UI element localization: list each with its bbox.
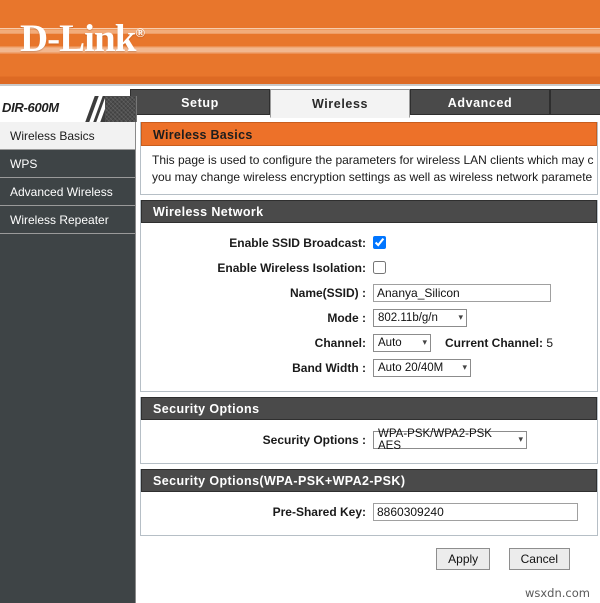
banner-underline xyxy=(0,84,600,86)
ssid-broadcast-checkbox[interactable] xyxy=(373,236,386,249)
row-wireless-isolation: Enable Wireless Isolation: xyxy=(141,256,597,279)
ssid-broadcast-field xyxy=(373,236,386,249)
content-area: Wireless Basics This page is used to con… xyxy=(140,122,600,603)
chevron-down-icon: ▾ xyxy=(462,362,467,372)
sidebar-item-wireless-basics[interactable]: Wireless Basics xyxy=(0,122,135,150)
tab-advanced[interactable]: Advanced xyxy=(410,89,550,115)
channel-select[interactable]: Auto ▾ xyxy=(373,333,431,352)
ssid-name-label: Name(SSID) : xyxy=(289,285,366,300)
tab-maintenance[interactable]: Ma xyxy=(550,89,600,115)
psk-panel: Security Options(WPA-PSK+WPA2-PSK) Pre-S… xyxy=(140,469,598,536)
page-intro-panel: Wireless Basics This page is used to con… xyxy=(140,122,598,195)
sidebar-filler xyxy=(0,234,135,603)
row-pre-shared-key: Pre-Shared Key: xyxy=(141,500,597,523)
mode-label: Mode : xyxy=(327,310,366,325)
current-channel-readout: Current Channel: 5 xyxy=(445,336,553,350)
wireless-network-body: Enable SSID Broadcast: Enable Wireless I… xyxy=(141,223,597,391)
page-description-body: This page is used to configure the param… xyxy=(141,146,597,194)
page-description-line-1: This page is used to configure the param… xyxy=(152,153,594,167)
row-bandwidth: Band Width : Auto 20/40M ▾ xyxy=(141,356,597,379)
bandwidth-label: Band Width : xyxy=(292,360,366,375)
sidebar-item-advanced-wireless[interactable]: Advanced Wireless xyxy=(0,178,135,206)
wireless-isolation-checkbox[interactable] xyxy=(373,261,386,274)
apply-button[interactable]: Apply xyxy=(436,548,491,570)
model-badge: DIR-600M xyxy=(0,96,137,122)
security-options-select[interactable]: WPA-PSK/WPA2-PSK AES ▾ xyxy=(373,427,527,452)
ssid-input[interactable] xyxy=(373,283,551,302)
watermark: wsxdn.com xyxy=(524,586,590,600)
sidebar-item-wps[interactable]: WPS xyxy=(0,150,135,178)
wireless-network-panel: Wireless Network Enable SSID Broadcast: … xyxy=(140,200,598,392)
page-description: This page is used to configure the param… xyxy=(141,146,597,194)
model-name: DIR-600M xyxy=(2,100,59,115)
row-ssid-name: Name(SSID) : xyxy=(141,281,597,304)
page-description-line-2: you may change wireless encryption setti… xyxy=(152,170,593,184)
wireless-isolation-label: Enable Wireless Isolation: xyxy=(217,260,366,275)
dlink-logo: D-Link® xyxy=(20,17,145,60)
mode-field: 802.11b/g/n ▾ xyxy=(373,308,467,327)
cancel-button[interactable]: Cancel xyxy=(508,548,570,570)
badge-texture xyxy=(105,96,136,122)
router-admin-page: D-Link® Setup Wireless Advanced Ma DIR-6… xyxy=(0,0,600,603)
bandwidth-field: Auto 20/40M ▾ xyxy=(373,358,471,377)
form-actions: Apply Cancel xyxy=(140,548,598,570)
mode-selected-value: 802.11b/g/n xyxy=(378,311,438,324)
psk-body: Pre-Shared Key: xyxy=(141,492,597,535)
chevron-down-icon: ▾ xyxy=(422,337,427,347)
sidebar-menu: Wireless Basics WPS Advanced Wireless Wi… xyxy=(0,122,136,603)
security-options-section-title: Security Options xyxy=(141,397,597,420)
pre-shared-key-input[interactable] xyxy=(373,502,578,521)
pre-shared-key-label: Pre-Shared Key: xyxy=(272,504,366,519)
sidebar-item-wireless-repeater[interactable]: Wireless Repeater xyxy=(0,206,135,234)
mode-select[interactable]: 802.11b/g/n ▾ xyxy=(373,308,467,327)
row-ssid-broadcast: Enable SSID Broadcast: xyxy=(141,231,597,254)
row-security-options: Security Options : WPA-PSK/WPA2-PSK AES … xyxy=(141,427,597,452)
ssid-broadcast-label: Enable SSID Broadcast: xyxy=(229,235,366,250)
channel-field: Auto ▾ Current Channel: 5 xyxy=(373,333,553,352)
psk-section-title: Security Options(WPA-PSK+WPA2-PSK) xyxy=(141,469,597,492)
security-options-label: Security Options : xyxy=(262,432,366,447)
bandwidth-selected-value: Auto 20/40M xyxy=(378,361,444,374)
ssid-name-field xyxy=(373,283,551,302)
row-channel: Channel: Auto ▾ Current Channel: 5 xyxy=(141,331,597,354)
security-options-field: WPA-PSK/WPA2-PSK AES ▾ xyxy=(373,427,527,452)
page-title: Wireless Basics xyxy=(141,122,597,146)
current-channel-label: Current Channel: xyxy=(445,335,544,350)
registered-mark: ® xyxy=(135,25,145,40)
tab-wireless[interactable]: Wireless xyxy=(270,89,410,118)
security-options-body: Security Options : WPA-PSK/WPA2-PSK AES … xyxy=(141,420,597,463)
chevron-down-icon: ▾ xyxy=(518,434,523,444)
wireless-isolation-field xyxy=(373,261,386,274)
logo-text: D-Link xyxy=(20,17,136,60)
bandwidth-select[interactable]: Auto 20/40M ▾ xyxy=(373,358,471,377)
row-mode: Mode : 802.11b/g/n ▾ xyxy=(141,306,597,329)
channel-label: Channel: xyxy=(314,335,366,350)
channel-selected-value: Auto xyxy=(378,336,402,349)
security-options-selected-value: WPA-PSK/WPA2-PSK AES xyxy=(378,427,492,452)
tab-setup[interactable]: Setup xyxy=(130,89,270,115)
pre-shared-key-field xyxy=(373,502,578,521)
security-options-panel: Security Options Security Options : WPA-… xyxy=(140,397,598,464)
header-banner: D-Link® xyxy=(0,0,600,86)
chevron-down-icon: ▾ xyxy=(458,312,463,322)
current-channel-value: 5 xyxy=(546,335,554,350)
wireless-network-section-title: Wireless Network xyxy=(141,200,597,223)
